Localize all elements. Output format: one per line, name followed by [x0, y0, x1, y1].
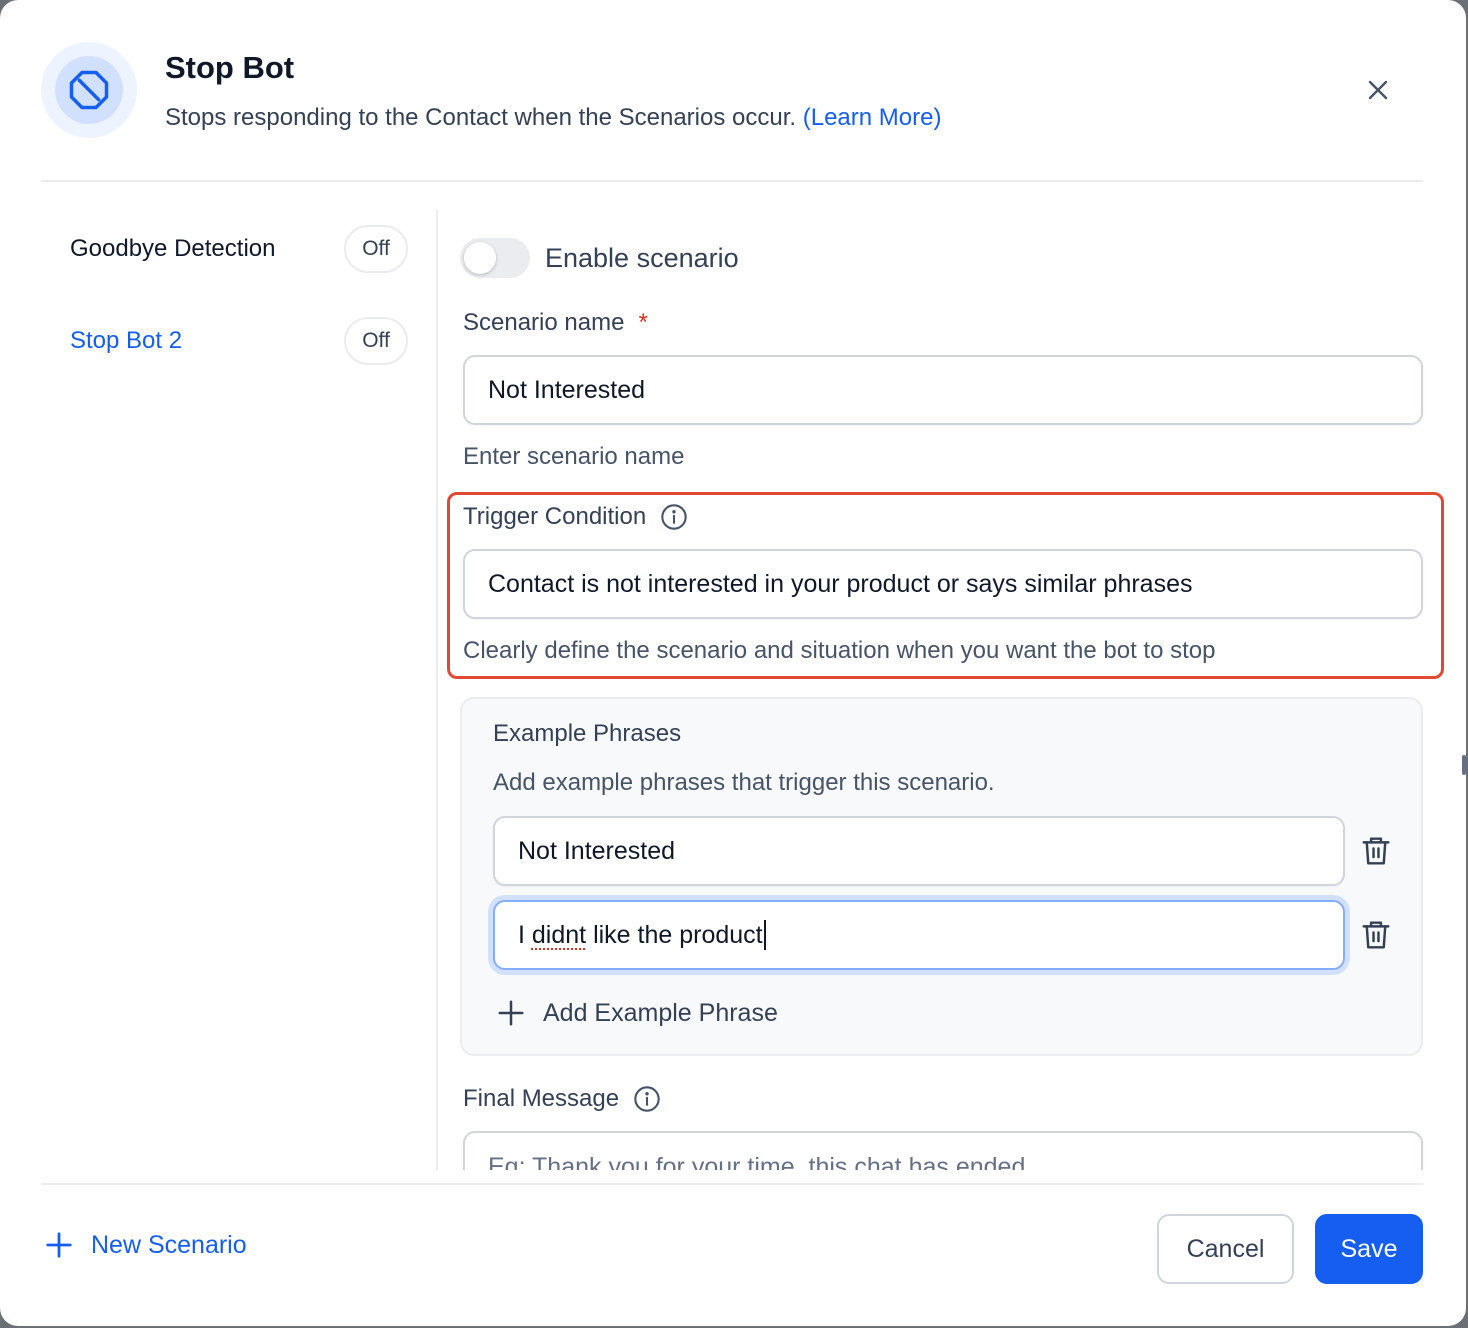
status-badge: Off: [344, 225, 408, 273]
misspelled-word: didnt: [531, 920, 587, 949]
trigger-condition-helper: Clearly define the scenario and situatio…: [463, 637, 1216, 664]
final-message-placeholder: Eg: Thank you for your time, this chat h…: [488, 1153, 1026, 1170]
trigger-condition-label: Trigger Condition: [463, 503, 688, 531]
toggle-knob: [464, 242, 496, 274]
enable-scenario-toggle[interactable]: [460, 238, 530, 278]
new-scenario-button[interactable]: New Scenario: [44, 1230, 247, 1260]
close-icon: [1368, 80, 1388, 100]
sidebar-item-label: Goodbye Detection: [70, 235, 276, 262]
modal-subtitle-text: Stops responding to the Contact when the…: [165, 104, 797, 131]
sidebar-item-goodbye-detection[interactable]: Goodbye Detection Off: [70, 225, 410, 273]
header-icon-badge: [41, 42, 137, 138]
example-phrases-title: Example Phrases: [493, 720, 682, 747]
save-button[interactable]: Save: [1315, 1214, 1423, 1284]
plus-icon: [498, 1000, 524, 1026]
trash-icon: [1362, 921, 1390, 949]
add-example-phrase-label: Add Example Phrase: [543, 998, 778, 1027]
example-phrase-input-1[interactable]: Not Interested: [493, 816, 1345, 886]
trigger-condition-input[interactable]: Contact is not interested in your produc…: [463, 549, 1423, 619]
add-example-phrase-button[interactable]: Add Example Phrase: [496, 998, 778, 1028]
status-badge: Off: [344, 317, 408, 365]
sidebar-item-label: Stop Bot 2: [70, 327, 183, 354]
new-scenario-label: New Scenario: [91, 1230, 247, 1259]
plus-icon: [46, 1232, 72, 1258]
example-phrases-subtitle: Add example phrases that trigger this sc…: [493, 769, 995, 796]
cancel-button[interactable]: Cancel: [1157, 1214, 1294, 1284]
modal-title: Stop Bot: [165, 50, 295, 85]
example-phrase-input-2[interactable]: I didnt like the product: [493, 900, 1345, 970]
header-divider: [41, 180, 1423, 182]
scroll-clip-region: Eg: Thank you for your time, this chat h…: [440, 1110, 1440, 1170]
phrase-text-suffix: like the product: [586, 920, 763, 949]
learn-more-link[interactable]: (Learn More): [803, 104, 942, 131]
trash-icon: [1362, 837, 1390, 865]
delete-phrase-button-1[interactable]: [1358, 833, 1394, 869]
stop-bot-modal: Stop Bot Stops responding to the Contact…: [0, 0, 1466, 1326]
modal-subtitle: Stops responding to the Contact when the…: [165, 104, 941, 132]
scenario-name-label-text: Scenario name: [463, 309, 625, 336]
scenario-name-label: Scenario name *: [463, 309, 648, 337]
trigger-condition-label-text: Trigger Condition: [463, 503, 647, 530]
final-message-label: Final Message: [463, 1085, 661, 1113]
footer-divider: [41, 1183, 1423, 1185]
info-icon[interactable]: [633, 1085, 661, 1113]
phrase-text-prefix: I: [518, 920, 532, 949]
text-caret: [763, 920, 766, 950]
delete-phrase-button-2[interactable]: [1358, 917, 1394, 953]
info-icon[interactable]: [660, 503, 688, 531]
close-button[interactable]: [1360, 72, 1396, 108]
enable-scenario-label: Enable scenario: [545, 243, 739, 273]
stop-octagon-icon: [55, 56, 123, 124]
final-message-input[interactable]: Eg: Thank you for your time, this chat h…: [463, 1131, 1423, 1170]
required-mark: *: [638, 309, 648, 336]
sidebar-item-stop-bot-2[interactable]: Stop Bot 2 Off: [70, 317, 410, 365]
final-message-label-text: Final Message: [463, 1085, 620, 1112]
scrollbar-indicator[interactable]: [1462, 755, 1466, 775]
scenario-name-helper: Enter scenario name: [463, 443, 685, 470]
sidebar-divider: [436, 210, 438, 1170]
scenario-name-input[interactable]: Not Interested: [463, 355, 1423, 425]
